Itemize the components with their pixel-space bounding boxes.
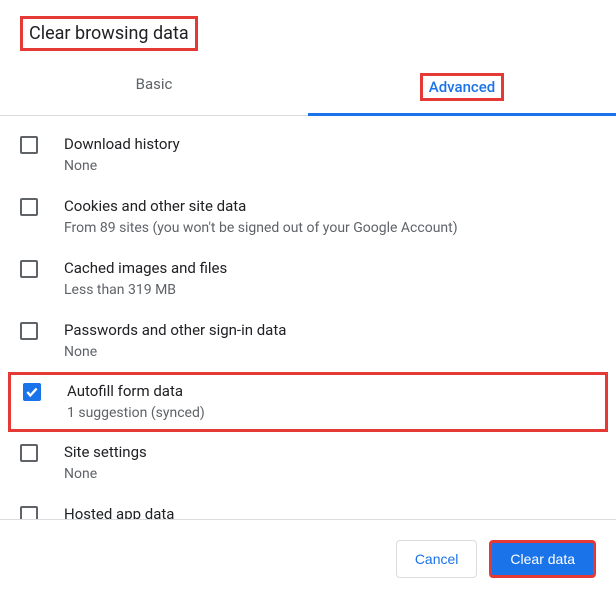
option-cached: Cached images and files Less than 319 MB bbox=[0, 248, 616, 310]
tab-bar: Basic Advanced bbox=[0, 59, 616, 116]
option-autofill-highlight: Autofill form data 1 suggestion (synced) bbox=[8, 372, 608, 432]
checkbox-download-history[interactable] bbox=[20, 136, 38, 154]
checkbox-site-settings[interactable] bbox=[20, 444, 38, 462]
option-hosted-app: Hosted app data bbox=[0, 494, 616, 519]
clear-browsing-data-dialog: Clear browsing data Basic Advanced Downl… bbox=[0, 0, 616, 598]
option-title: Download history bbox=[64, 134, 596, 154]
option-passwords: Passwords and other sign-in data None bbox=[0, 310, 616, 372]
option-site-settings: Site settings None bbox=[0, 432, 616, 494]
option-title: Autofill form data bbox=[67, 381, 593, 401]
option-subtitle: From 89 sites (you won't be signed out o… bbox=[64, 218, 596, 238]
checkbox-cookies[interactable] bbox=[20, 198, 38, 216]
option-download-history: Download history None bbox=[0, 124, 616, 186]
tab-basic-label: Basic bbox=[130, 73, 179, 95]
tab-basic[interactable]: Basic bbox=[0, 59, 308, 115]
tab-advanced[interactable]: Advanced bbox=[308, 59, 616, 115]
checkbox-cached[interactable] bbox=[20, 260, 38, 278]
option-subtitle: 1 suggestion (synced) bbox=[67, 403, 593, 423]
checkbox-passwords[interactable] bbox=[20, 322, 38, 340]
option-subtitle: None bbox=[64, 342, 596, 362]
option-title: Site settings bbox=[64, 442, 596, 462]
options-list: Download history None Cookies and other … bbox=[0, 116, 616, 519]
cancel-button[interactable]: Cancel bbox=[396, 540, 478, 578]
checkbox-hosted-app[interactable] bbox=[20, 506, 38, 519]
option-title: Cookies and other site data bbox=[64, 196, 596, 216]
dialog-title: Clear browsing data bbox=[20, 16, 198, 51]
checkbox-autofill[interactable] bbox=[23, 383, 41, 401]
option-title: Passwords and other sign-in data bbox=[64, 320, 596, 340]
tab-advanced-label: Advanced bbox=[420, 73, 504, 101]
option-subtitle: None bbox=[64, 464, 596, 484]
option-title: Cached images and files bbox=[64, 258, 596, 278]
option-subtitle: Less than 319 MB bbox=[64, 280, 596, 300]
clear-data-button[interactable]: Clear data bbox=[489, 540, 596, 578]
dialog-header: Clear browsing data bbox=[0, 0, 616, 59]
option-cookies: Cookies and other site data From 89 site… bbox=[0, 186, 616, 248]
dialog-footer: Cancel Clear data bbox=[0, 519, 616, 598]
checkmark-icon bbox=[25, 385, 39, 399]
option-subtitle: None bbox=[64, 156, 596, 176]
option-title: Hosted app data bbox=[64, 504, 596, 519]
